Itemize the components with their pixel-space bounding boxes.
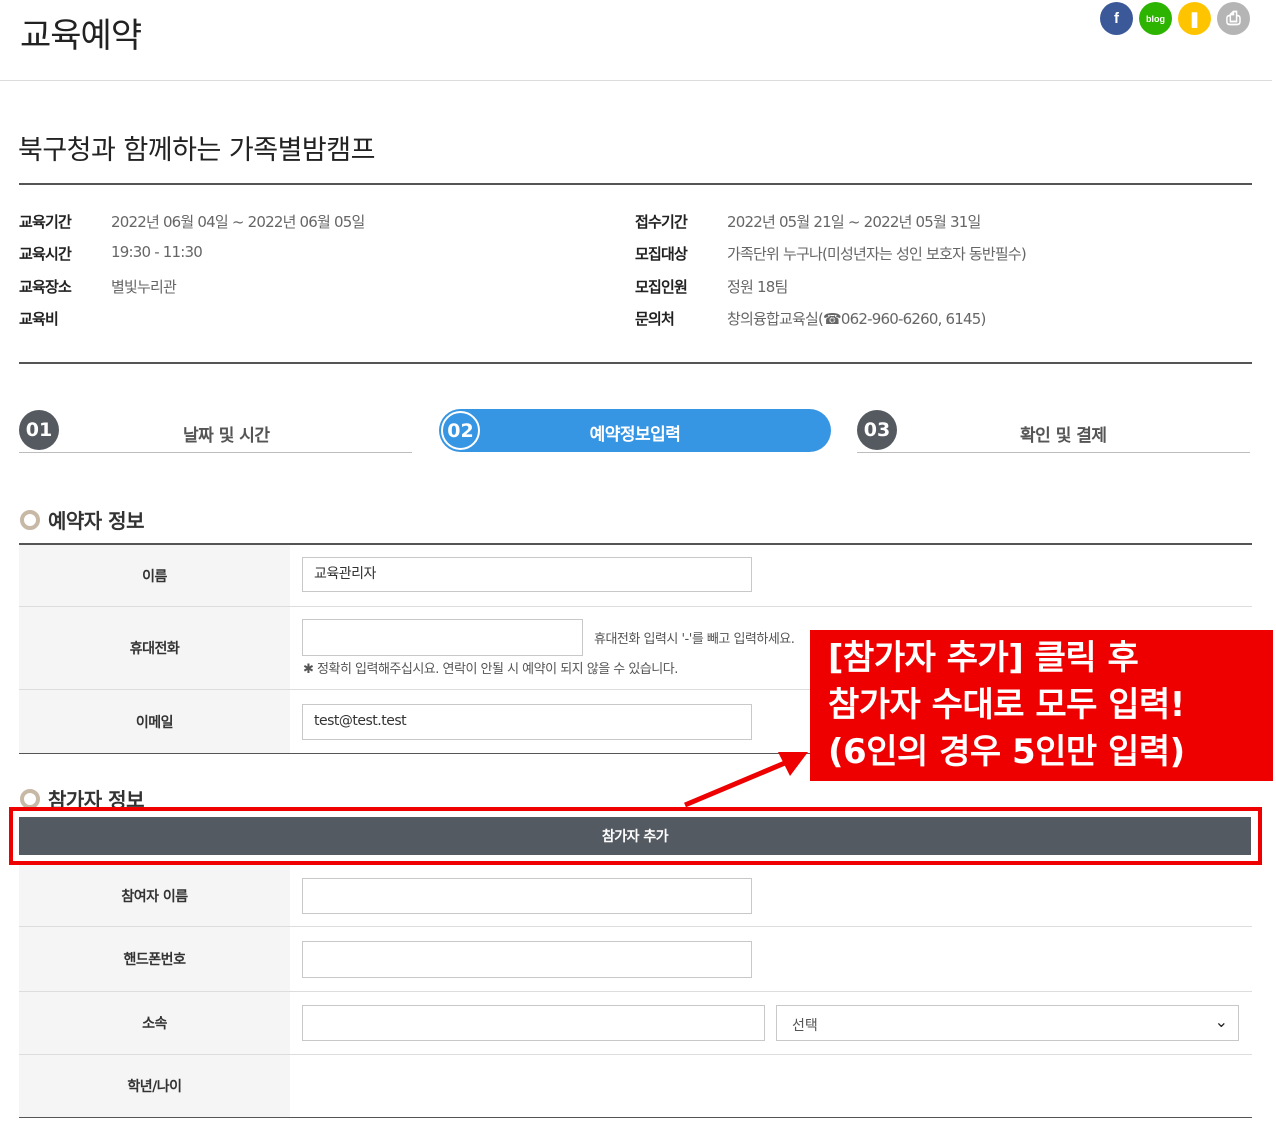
reserver-heading-text: 예약자 정보 <box>48 509 144 533</box>
step-3-underline <box>857 452 1250 453</box>
arrow-head-icon <box>778 752 808 776</box>
info-value: 별빛누리관 <box>111 278 177 296</box>
info-value: 가족단위 누구나(미성년자는 성인 보호자 동반필수) <box>727 245 1027 263</box>
name-label: 이름 <box>19 545 290 606</box>
step-1-number: 01 <box>19 410 59 450</box>
participant-name-field[interactable] <box>302 878 752 914</box>
info-key: 문의처 <box>635 310 675 328</box>
step-3-number: 03 <box>857 410 897 450</box>
info-key: 모집대상 <box>635 245 688 263</box>
step-1-underline <box>19 452 412 453</box>
step-2-label: 예약정보입력 <box>589 425 681 445</box>
info-value: 창의융합교육실(☎062-960-6260, 6145) <box>727 310 986 328</box>
email-field[interactable]: test@test.test <box>302 704 752 740</box>
step-1-label: 날짜 및 시간 <box>183 426 270 446</box>
highlight-frame <box>9 807 1262 865</box>
step-3-label: 확인 및 결제 <box>1020 426 1107 446</box>
phone-field[interactable] <box>302 619 583 656</box>
info-key: 교육기간 <box>19 213 72 231</box>
phone-note: ✱ 정확히 입력해주십시요. 연락이 안될 시 예약이 되지 않을 수 있습니다… <box>303 662 678 677</box>
arrow-shaft <box>684 757 793 808</box>
info-key: 접수기간 <box>635 213 688 231</box>
email-label: 이메일 <box>19 690 290 753</box>
bullet-icon <box>20 509 40 530</box>
affiliation-field[interactable] <box>302 1005 765 1041</box>
affiliation-select-value: 선택 <box>792 1018 818 1034</box>
annotation-line: (6인의 경우 5인만 입력) <box>828 732 1185 772</box>
course-divider-bottom <box>19 362 1252 364</box>
phone-label: 휴대전화 <box>19 607 290 689</box>
annotation-callout: [참가자 추가] 클릭 후 참가자 수대로 모두 입력! (6인의 경우 5인만… <box>810 630 1273 781</box>
reserver-heading: 예약자 정보 <box>20 505 144 534</box>
name-field[interactable]: 교육관리자 <box>302 557 752 592</box>
info-value: 2022년 06월 04일 ~ 2022년 06월 05일 <box>111 213 365 231</box>
annotation-line: [참가자 추가] 클릭 후 <box>828 638 1139 678</box>
phone-hint: 휴대전화 입력시 '-'를 빼고 입력하세요. <box>594 632 795 647</box>
chevron-down-icon: ⌄ <box>1214 1012 1228 1031</box>
affiliation-select[interactable]: 선택 ⌄ <box>776 1005 1239 1041</box>
info-key: 교육장소 <box>19 278 72 296</box>
bullet-icon <box>20 788 40 809</box>
grade-label: 학년/나이 <box>19 1055 290 1117</box>
annotation-line: 참가자 수대로 모두 입력! <box>828 685 1185 725</box>
step-2-active: 02 예약정보입력 <box>439 409 831 452</box>
row-divider <box>19 1117 1252 1118</box>
participant-phone-field[interactable] <box>302 941 752 978</box>
affiliation-label: 소속 <box>19 992 290 1054</box>
course-info: 교육기간 2022년 06월 04일 ~ 2022년 06월 05일 교육시간 … <box>0 0 1276 340</box>
info-value: 19:30 - 11:30 <box>111 243 203 261</box>
info-value: 2022년 05월 21일 ~ 2022년 05월 31일 <box>727 213 981 231</box>
info-key: 교육시간 <box>19 245 72 263</box>
info-key: 교육비 <box>19 310 59 328</box>
participant-name-label: 참여자 이름 <box>19 865 290 926</box>
info-key: 모집인원 <box>635 278 688 296</box>
info-value: 정원 18팀 <box>727 278 788 296</box>
participant-phone-label: 핸드폰번호 <box>19 927 290 991</box>
